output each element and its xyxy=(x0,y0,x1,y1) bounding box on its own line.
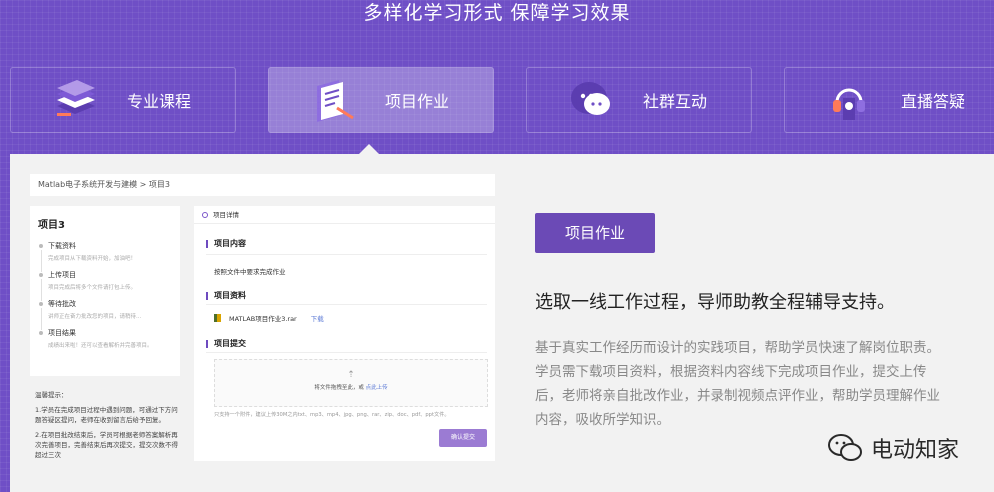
tab-live-qa[interactable]: 直播答疑 xyxy=(784,67,994,133)
file-name: MATLAB项目作业3.rar xyxy=(229,315,297,323)
step-desc: 完成项目从下载资料开始，加油吧！ xyxy=(48,256,137,262)
tip-item: 2.在项目批改结束后，学员可根据老师答案解析再次完善项目，完善结束后再次提交，提… xyxy=(35,431,178,459)
watermark: 电动知家 xyxy=(827,432,959,464)
upload-hint: 将文件拖拽至此，或 点此上传 xyxy=(215,383,487,391)
detail-header-label: 项目详情 xyxy=(213,210,239,219)
upload-icon: ⇡ xyxy=(347,370,355,380)
detail-header: 项目详情 xyxy=(194,206,495,224)
upload-dropzone[interactable]: ⇡ 将文件拖拽至此，或 点此上传 xyxy=(214,359,488,407)
active-tab-pointer xyxy=(359,144,379,154)
book-stack-icon xyxy=(51,76,99,124)
step-item: 项目结果 成绩出来啦！还可以查看解析并完善项目。 xyxy=(38,328,174,349)
archive-file-icon xyxy=(214,314,221,322)
tab-community-interaction[interactable]: 社群互动 xyxy=(526,67,752,133)
step-item: 下载资料 完成项目从下载资料开始，加油吧！ xyxy=(38,241,174,272)
step-desc: 成绩出来啦！还可以查看解析并完善项目。 xyxy=(48,343,153,349)
step-label: 下载资料 xyxy=(48,242,76,250)
breadcrumb: Matlab电子系统开发与建模 > 项目3 xyxy=(30,174,495,196)
tab-label: 社群互动 xyxy=(643,92,708,111)
content-text: 按照文件中要求完成作业 xyxy=(214,268,286,276)
watermark-text: 电动知家 xyxy=(871,438,960,463)
upload-text: 将文件拖拽至此，或 xyxy=(314,385,364,391)
step-desc: 讲师正在奋力批改您的项目，请稍待... xyxy=(48,314,142,320)
page-headline: 多样化学习形式 保障学习效果 xyxy=(363,2,631,24)
section-materials-title: 项目资料 xyxy=(206,292,246,300)
tips-title: 温馨提示： xyxy=(35,391,68,399)
chat-bubble-icon xyxy=(567,76,615,124)
feature-description: 基于真实工作经历而设计的实践项目，帮助学员快速了解岗位职责。学员需下载项目资料，… xyxy=(535,340,940,428)
circle-icon xyxy=(202,211,208,218)
project-steps-card: 项目3 下载资料 完成项目从下载资料开始，加油吧！ 上传项目 项目完成后将多个文… xyxy=(30,206,180,376)
tips-box: 温馨提示： 1.学员在完成项目过程中遇到问题，可通过下方问题答疑区提问，老师在收… xyxy=(35,390,183,465)
divider xyxy=(206,304,487,305)
feature-slogan: 选取一线工作过程，导师助教全程辅导支持。 xyxy=(535,292,895,313)
tip-item: 1.学员在完成项目过程中遇到问题，可通过下方问题答疑区提问，老师在收到留言后给予… xyxy=(35,406,178,424)
tab-professional-courses[interactable]: 专业课程 xyxy=(10,67,236,133)
step-desc: 项目完成后将多个文件请打包上传。 xyxy=(48,285,137,291)
file-row: MATLAB项目作业3.rar 下载 xyxy=(214,313,324,323)
tab-project-homework[interactable]: 项目作业 xyxy=(268,67,494,133)
step-item: 上传项目 项目完成后将多个文件请打包上传。 xyxy=(38,270,174,301)
upload-link[interactable]: 点此上传 xyxy=(366,385,388,391)
section-content-title: 项目内容 xyxy=(206,240,246,248)
step-label: 等待批改 xyxy=(48,300,76,308)
headset-icon xyxy=(825,76,873,124)
document-pen-icon xyxy=(309,76,357,124)
content-panel: Matlab电子系统开发与建模 > 项目3 项目3 下载资料 完成项目从下载资料… xyxy=(10,154,994,492)
step-item: 等待批改 讲师正在奋力批改您的项目，请稍待... xyxy=(38,299,174,330)
wechat-icon xyxy=(827,433,863,463)
project-title: 项目3 xyxy=(38,220,65,231)
tab-label: 项目作业 xyxy=(385,92,450,111)
divider xyxy=(206,254,487,255)
step-label: 项目结果 xyxy=(48,329,76,337)
learning-forms-tabs: 专业课程 项目作业 社群互动 直播答疑 xyxy=(10,67,994,133)
upload-note: 只支持一个附件，建议上传30M之内txt、mp3、mp4、jpg、png、rar… xyxy=(214,412,450,418)
tab-label: 直播答疑 xyxy=(901,92,966,111)
download-link[interactable]: 下载 xyxy=(311,313,324,323)
step-label: 上传项目 xyxy=(48,271,76,279)
confirm-submit-button[interactable]: 确认提交 xyxy=(439,429,487,447)
tab-label: 专业课程 xyxy=(127,92,192,111)
feature-badge: 项目作业 xyxy=(535,213,655,253)
project-detail-card: 项目详情 项目内容 按照文件中要求完成作业 项目资料 MATLAB项目作业3.r… xyxy=(194,206,495,461)
divider xyxy=(206,352,487,353)
section-submit-title: 项目提交 xyxy=(206,340,246,348)
